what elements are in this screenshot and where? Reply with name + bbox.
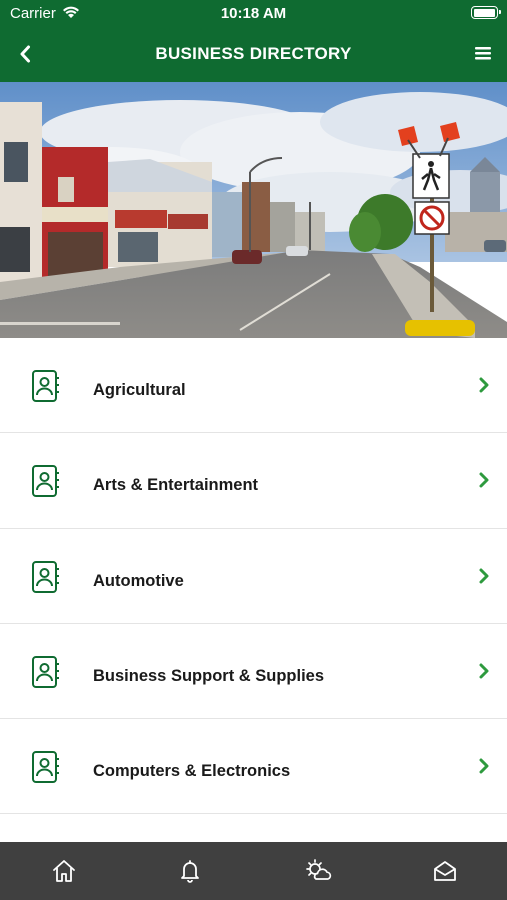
mail-icon[interactable] — [432, 858, 458, 884]
bell-icon[interactable] — [177, 858, 203, 884]
battery-nub — [499, 10, 501, 14]
category-row[interactable]: Agricultural — [0, 338, 507, 434]
chevron-right-icon — [478, 757, 490, 775]
category-row[interactable]: Business Support & Supplies — [0, 623, 507, 720]
category-label: Business Support & Supplies — [93, 666, 325, 685]
contact-book-icon — [30, 560, 62, 594]
hero-street-image — [0, 82, 507, 338]
category-row[interactable]: Automotive — [0, 528, 507, 624]
category-label: Computers & Electronics — [93, 762, 291, 781]
category-label: Automotive — [93, 571, 184, 590]
category-label: Agricultural — [93, 381, 186, 399]
status-bar: Carrier 10:18 AM — [0, 0, 507, 27]
contact-book-icon — [30, 750, 62, 784]
status-time: 10:18 AM — [220, 5, 287, 22]
contact-book-icon — [30, 655, 62, 689]
home-icon[interactable] — [51, 858, 77, 884]
category-row[interactable]: Computers & Electronics — [0, 719, 507, 815]
category-label: Arts & Entertainment — [93, 476, 259, 495]
tab-bar — [0, 842, 507, 900]
page-title: BUSINESS DIRECTORY — [155, 44, 352, 63]
category-row[interactable]: Arts & Entertainment — [0, 433, 507, 529]
battery-icon — [471, 6, 501, 19]
weather-icon[interactable] — [304, 858, 332, 884]
contact-book-icon — [30, 464, 62, 498]
chevron-right-icon — [478, 471, 490, 489]
chevron-right-icon — [478, 376, 490, 394]
chevron-right-icon — [478, 662, 490, 680]
hamburger-menu-icon[interactable] — [474, 45, 492, 61]
battery-fill — [473, 8, 495, 17]
chevron-right-icon — [478, 567, 490, 585]
category-list: Agricultural Arts & Entertainment Automoti… — [0, 338, 507, 815]
contact-book-icon — [30, 369, 62, 403]
nav-bar: BUSINESS DIRECTORY — [0, 27, 507, 82]
